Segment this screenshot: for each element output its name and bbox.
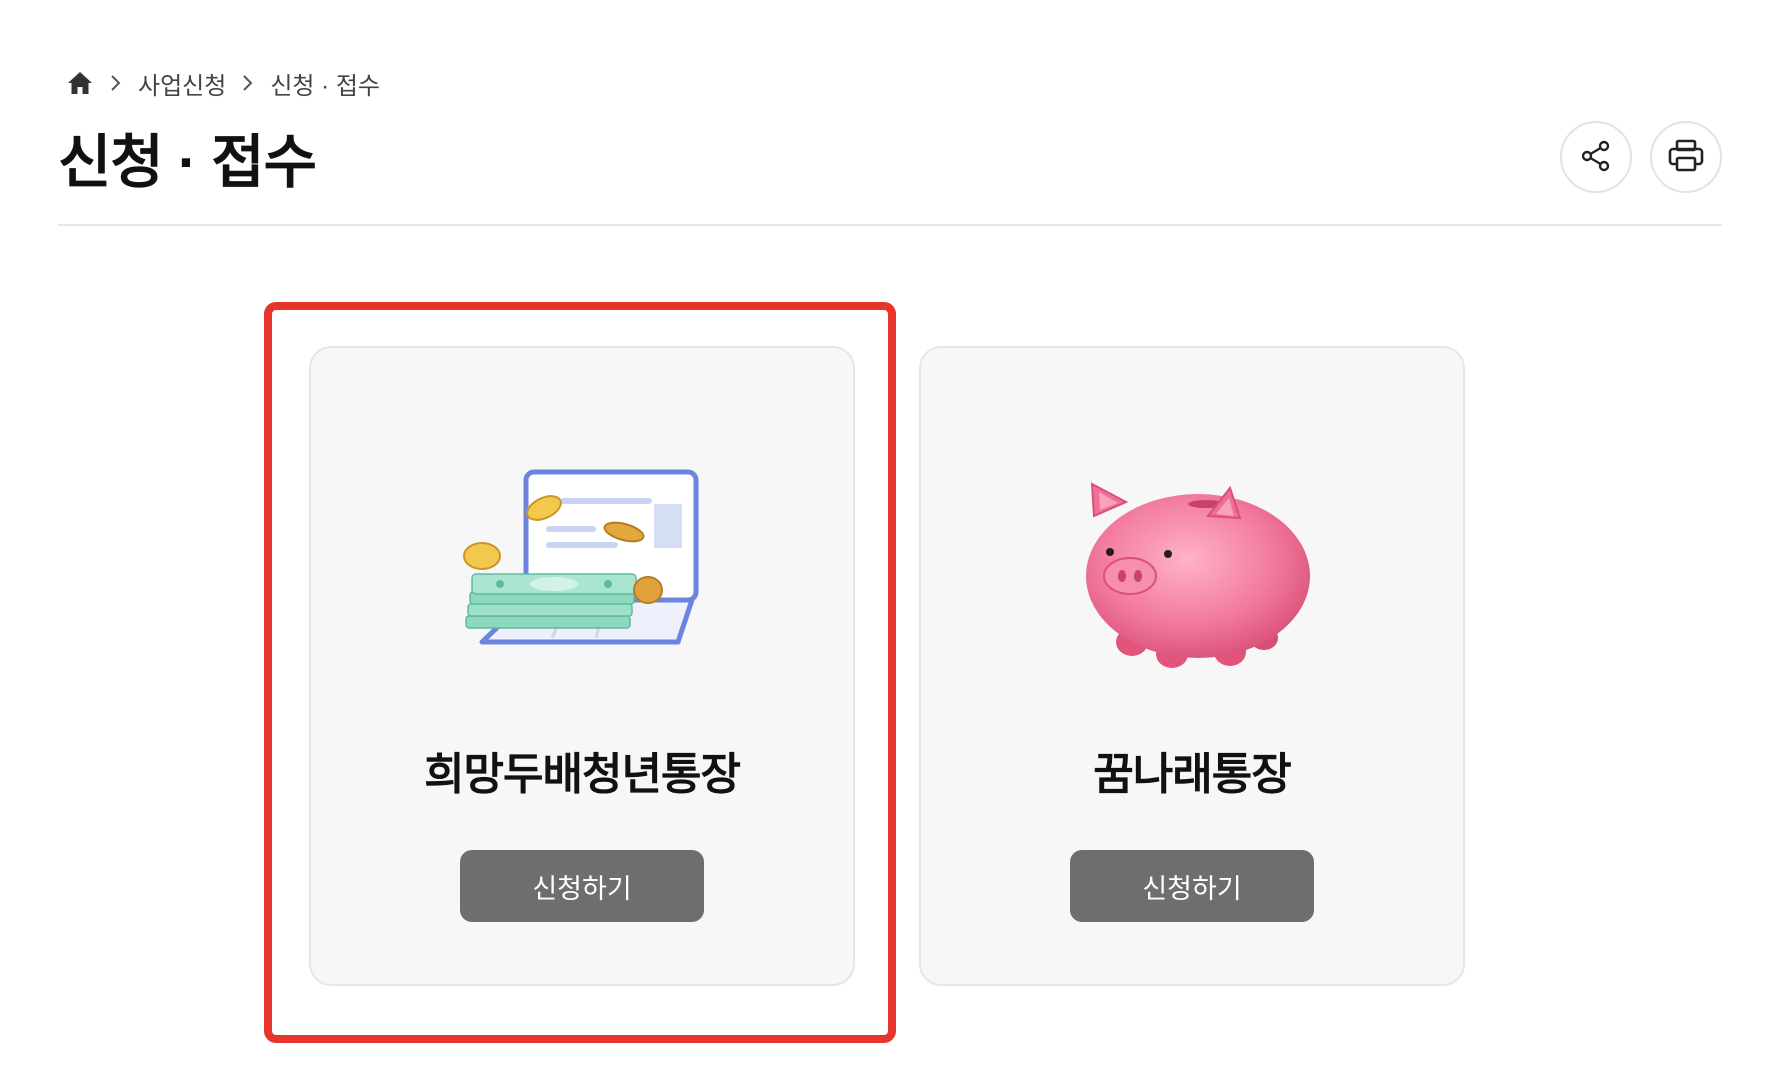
page-title: 신청 · 접수: [58, 130, 317, 195]
product-card-hope-double-youth-account: 희망두배청년통장 신청하기: [309, 346, 855, 986]
breadcrumb-item-business-application[interactable]: 사업신청: [138, 66, 226, 101]
page-actions: [1560, 121, 1722, 193]
chevron-right-icon: [226, 74, 270, 92]
breadcrumb: 사업신청 신청 · 접수: [66, 66, 380, 100]
page: 사업신청 신청 · 접수 신청 · 접수 희망두배청년통장 신청하기 꿈나래통장…: [0, 0, 1779, 1074]
apply-button[interactable]: 신청하기: [460, 850, 704, 922]
piggy-bank-illustration: [1052, 466, 1332, 676]
product-card-dream-wings-account: 꿈나래통장 신청하기: [919, 346, 1465, 986]
print-icon: [1667, 138, 1705, 177]
home-icon[interactable]: [66, 69, 94, 97]
card-title: 희망두배청년통장: [424, 750, 741, 799]
share-icon: [1579, 139, 1613, 176]
apply-button[interactable]: 신청하기: [1070, 850, 1314, 922]
laptop-money-illustration: [442, 466, 722, 676]
print-button[interactable]: [1650, 121, 1722, 193]
card-title: 꿈나래통장: [1093, 750, 1291, 799]
breadcrumb-item-current: 신청 · 접수: [270, 72, 380, 100]
chevron-right-icon: [94, 74, 138, 92]
header-divider: [58, 224, 1722, 226]
share-button[interactable]: [1560, 121, 1632, 193]
